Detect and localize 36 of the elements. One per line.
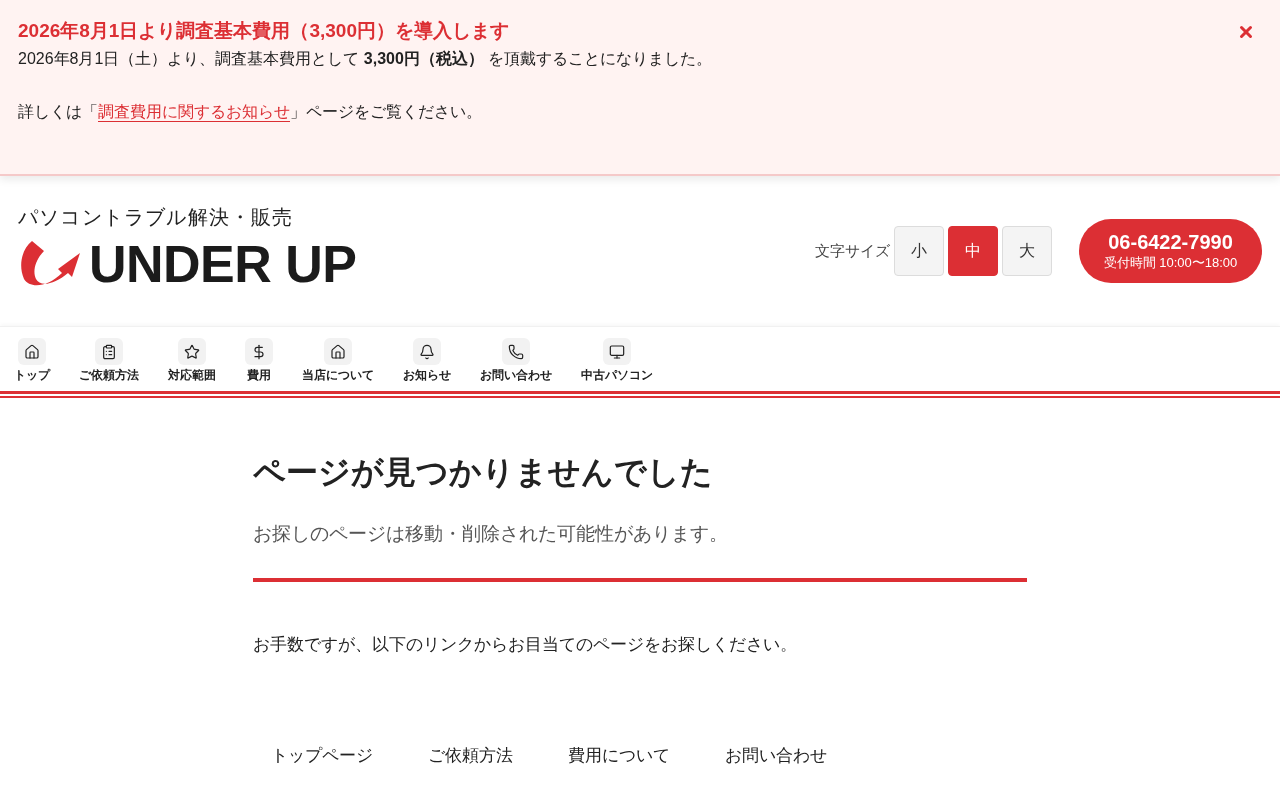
nav-link[interactable]: 費用 <box>245 338 273 390</box>
help-message: お手数ですが、以下のリンクからお目当てのページをお探しください。 <box>253 634 797 656</box>
phone-badge[interactable]: 06-6422-7990 受付時間 10:00〜18:00 <box>1079 219 1262 283</box>
page-link[interactable]: お問い合わせ <box>707 736 845 776</box>
page-link[interactable]: トップページ <box>253 736 391 776</box>
font-size-button[interactable]: 大 <box>1002 226 1052 276</box>
nav-link[interactable]: 当店について <box>302 338 374 390</box>
phone-icon <box>502 338 530 365</box>
font-size-button[interactable]: 小 <box>894 226 944 276</box>
monitor-icon <box>603 338 631 365</box>
page-link[interactable]: 費用について <box>550 736 688 776</box>
page-link[interactable]: ご依頼方法 <box>410 736 531 776</box>
notice-detail: 詳しくは「調査費用に関するお知らせ」ページをご覧ください。 <box>18 102 482 122</box>
notice-link[interactable]: 調査費用に関するお知らせ <box>98 103 290 120</box>
tagline: パソコントラブル解決・販売 <box>18 205 294 230</box>
house-icon <box>324 338 352 365</box>
nav-link[interactable]: お知らせ <box>403 338 451 390</box>
notice-body: 2026年8月1日（土）より、調査基本費用として 3,300円（税込） を頂戴することになりました。 <box>18 49 713 69</box>
nav-link[interactable]: ご依頼方法 <box>79 338 139 390</box>
bell-icon <box>413 338 441 365</box>
nav-link[interactable]: トップ <box>14 338 50 390</box>
nav-link[interactable]: 中古パソコン <box>581 338 653 390</box>
dollar-icon <box>245 338 273 365</box>
page-subtitle: お探しのページは移動・削除された可能性があります。 <box>253 522 728 546</box>
clipboard-icon <box>95 338 123 365</box>
font-size-label: 文字サイズ <box>815 240 890 261</box>
font-size-button[interactable]: 中 <box>948 226 998 276</box>
phone-number: 06-6422-7990 <box>1108 230 1233 254</box>
nav-link[interactable]: お問い合わせ <box>480 338 552 390</box>
close-icon <box>1237 23 1255 41</box>
page-title: ページが見つかりませんでした <box>253 453 713 492</box>
nav-link[interactable]: 対応範囲 <box>168 338 216 390</box>
business-hours: 受付時間 10:00〜18:00 <box>1103 254 1238 272</box>
logo-text: UNDER UP <box>89 243 357 285</box>
notice-title: 2026年8月1日より調査基本費用（3,300円）を導入します <box>18 19 509 43</box>
house-icon <box>18 338 46 365</box>
